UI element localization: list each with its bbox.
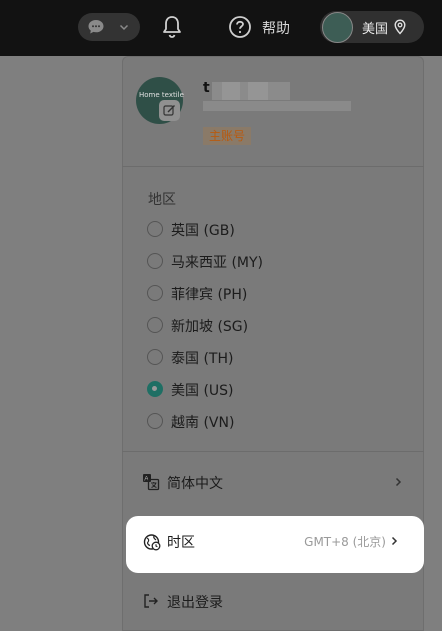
translate-icon: A [143,474,160,491]
logout-label: 退出登录 [167,595,223,611]
timezone-menu-item[interactable]: 时区 GMT+8 (北京) [126,516,424,573]
messages-menu-button[interactable] [78,13,140,41]
location-pin-icon [394,19,406,35]
redacted-username [212,82,290,100]
region-option-label: 英国 (GB) [171,223,235,239]
edit-avatar-button[interactable] [159,100,180,121]
timezone-value: GMT+8 (北京) [304,535,386,549]
region-option-sg[interactable]: 新加坡 (SG) [147,316,347,336]
username: t [203,80,210,96]
chevron-right-icon [391,536,398,546]
radio-button[interactable] [147,253,163,269]
region-section-title: 地区 [148,192,176,208]
region-option-th[interactable]: 泰国 (TH) [147,348,347,368]
radio-button[interactable] [147,317,163,333]
avatar-brand-text: Home textile [139,91,184,99]
region-option-my[interactable]: 马来西亚 (MY) [147,252,347,272]
chat-bubble-icon [88,20,104,34]
language-menu-item[interactable]: A 简体中文 [142,471,404,493]
region-option-label: 美国 (US) [171,383,234,399]
region-option-ph[interactable]: 菲律宾 (PH) [147,284,347,304]
bell-icon[interactable] [160,14,184,40]
divider [122,451,424,452]
edit-icon [163,105,175,116]
radio-button[interactable] [147,349,163,365]
region-option-us[interactable]: 美国 (US) [147,380,347,400]
region-option-label: 越南 (VN) [171,415,235,431]
timezone-label: 时区 [167,535,195,551]
globe-clock-icon [143,534,161,551]
role-badge: 主账号 [203,127,252,145]
account-menu-button[interactable]: 美国 [320,11,424,43]
language-label: 简体中文 [167,476,223,492]
region-option-label: 新加坡 (SG) [171,319,249,335]
redacted-email [203,101,351,111]
region-option-label: 泰国 (TH) [171,351,234,367]
radio-button-selected[interactable] [147,381,163,397]
avatar [322,12,353,43]
region-option-gb[interactable]: 英国 (GB) [147,220,347,240]
radio-button[interactable] [147,285,163,301]
logout-menu-item[interactable]: 退出登录 [142,590,404,612]
chevron-right-icon [395,477,402,487]
help-link[interactable]: 帮助 [262,18,290,38]
help-circle-icon[interactable] [228,15,252,39]
divider [122,166,424,167]
top-bar: 帮助 美国 [0,0,442,56]
radio-button[interactable] [147,413,163,429]
chevron-down-icon [119,24,129,31]
current-region-label: 美国 [362,22,389,37]
region-option-label: 马来西亚 (MY) [171,255,264,271]
region-option-label: 菲律宾 (PH) [171,287,248,303]
radio-button[interactable] [147,221,163,237]
logout-icon [144,594,158,608]
region-option-vn[interactable]: 越南 (VN) [147,412,347,432]
